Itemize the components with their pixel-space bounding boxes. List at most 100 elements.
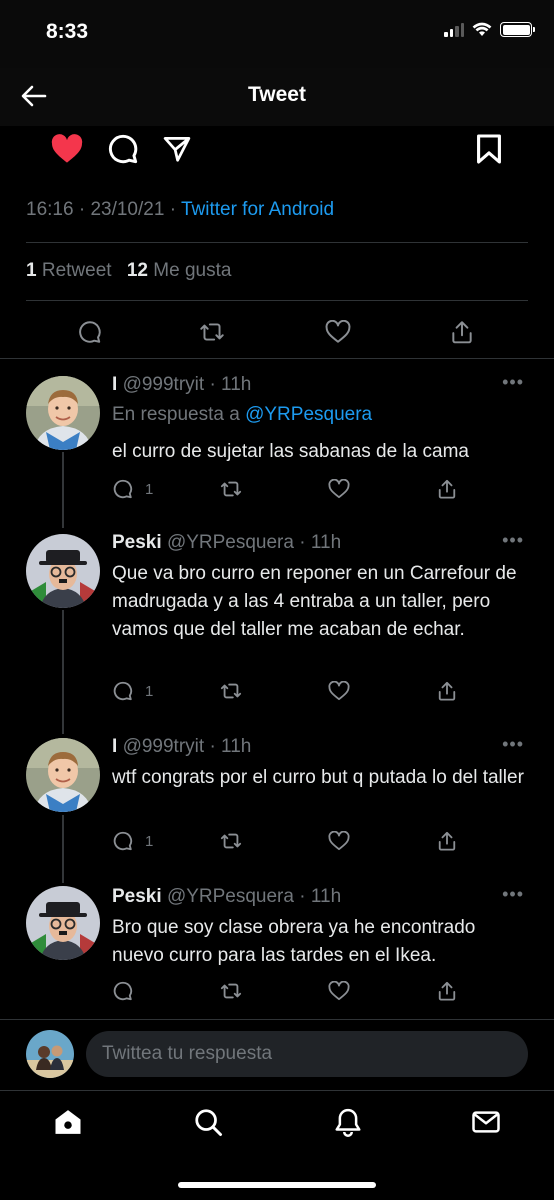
- reply-button[interactable]: [110, 978, 136, 1004]
- share-button[interactable]: [434, 678, 460, 704]
- reply-text: el curro de sujetar las sabanas de la ca…: [112, 441, 469, 462]
- meta-separator: ·: [78, 199, 86, 220]
- like-button[interactable]: [326, 476, 352, 502]
- reply-time: · 11h: [299, 532, 342, 553]
- divider: [26, 300, 528, 301]
- engage-reply-button[interactable]: [74, 316, 106, 348]
- likes-label: Me gusta: [153, 260, 232, 281]
- divider: [0, 358, 554, 359]
- reply-text: Bro que soy clase obrera ya he encontrad…: [112, 917, 476, 966]
- reply-action-bar: 1: [0, 476, 554, 502]
- reply-tweet[interactable]: Peski @YRPesquera · 11h ••• Bro que soy …: [0, 884, 554, 1014]
- likes-count: 12: [126, 260, 148, 281]
- engage-retweet-button[interactable]: [196, 316, 228, 348]
- engage-like-button[interactable]: [322, 316, 354, 348]
- replying-handle-link[interactable]: @YRPesquera: [245, 404, 372, 425]
- reply-icon: [113, 981, 133, 1001]
- reply-tweet[interactable]: I @999tryit · 11h ••• En respuesta a @YR…: [0, 372, 554, 512]
- reply-header: I @999tryit · 11h: [112, 374, 251, 396]
- reply-author-handle[interactable]: @999tryit: [123, 736, 205, 757]
- reply-author-handle[interactable]: @999tryit: [123, 374, 205, 395]
- tab-notifications[interactable]: [328, 1102, 368, 1142]
- share-icon: [438, 981, 456, 1001]
- share-button[interactable]: [434, 476, 460, 502]
- like-button[interactable]: [326, 678, 352, 704]
- reply-action-bar: 1: [0, 828, 554, 854]
- bottom-tab-bar: [0, 1090, 554, 1200]
- signal-icon: [444, 22, 464, 37]
- reply-input[interactable]: Twittea tu respuesta: [86, 1031, 528, 1077]
- heart-filled-icon: [51, 134, 83, 163]
- tweet-action-bar: [0, 126, 554, 172]
- share-icon: [438, 831, 456, 851]
- like-button[interactable]: [326, 978, 352, 1004]
- tab-messages[interactable]: [466, 1102, 506, 1142]
- reply-button[interactable]: [110, 476, 136, 502]
- reply-button[interactable]: [110, 678, 136, 704]
- heart-icon: [328, 681, 350, 701]
- tab-home[interactable]: [48, 1102, 88, 1142]
- man-with-hat-avatar[interactable]: [26, 534, 100, 608]
- retweet-icon: [220, 683, 242, 699]
- more-options-icon[interactable]: •••: [502, 372, 524, 393]
- retweets-label: Retweet: [41, 260, 112, 281]
- retweet-button[interactable]: [218, 476, 244, 502]
- messages-icon: [472, 1111, 500, 1133]
- reply-header: Peski @YRPesquera · 11h: [112, 886, 341, 908]
- reply-time: · 11h: [209, 374, 252, 395]
- retweet-button[interactable]: [218, 828, 244, 854]
- share-icon: [438, 681, 456, 701]
- retweet-button[interactable]: [218, 678, 244, 704]
- share-button[interactable]: [434, 978, 460, 1004]
- tweet-engagement-bar: [0, 314, 554, 348]
- reply-button[interactable]: [110, 828, 136, 854]
- divider: [0, 1090, 554, 1091]
- like-button[interactable]: [326, 828, 352, 854]
- share-button[interactable]: [158, 130, 196, 168]
- reply-author-name[interactable]: Peski: [112, 886, 162, 907]
- user-avatar[interactable]: [26, 1030, 74, 1078]
- reply-author-name[interactable]: Peski: [112, 532, 162, 553]
- nav-header: Tweet: [0, 68, 554, 126]
- reply-button[interactable]: [104, 130, 142, 168]
- divider: [26, 242, 528, 243]
- more-options-icon[interactable]: •••: [502, 734, 524, 755]
- retweets-stat[interactable]: 1 Retweet: [26, 260, 112, 281]
- home-indicator[interactable]: [178, 1182, 376, 1188]
- child-avatar[interactable]: [26, 738, 100, 812]
- retweet-icon: [220, 833, 242, 849]
- man-with-hat-avatar[interactable]: [26, 886, 100, 960]
- send-icon: [163, 137, 191, 162]
- reply-text: wtf congrats por el curro but q putada l…: [112, 767, 524, 788]
- reply-author-handle[interactable]: @YRPesquera: [167, 886, 294, 907]
- status-bar: 8:33: [0, 0, 554, 68]
- heart-icon: [325, 320, 351, 343]
- meta-separator: ·: [169, 199, 177, 220]
- tweet-source-link[interactable]: Twitter for Android: [181, 199, 334, 220]
- like-button[interactable]: [48, 130, 86, 168]
- reply-author-handle[interactable]: @YRPesquera: [167, 532, 294, 553]
- likes-stat[interactable]: 12 Me gusta: [127, 260, 232, 281]
- reply-tweet[interactable]: Peski @YRPesquera · 11h ••• Que va bro c…: [0, 530, 554, 720]
- child-avatar[interactable]: [26, 376, 100, 450]
- bookmark-icon: [477, 134, 501, 164]
- notifications-icon: [335, 1108, 361, 1137]
- share-button[interactable]: [434, 828, 460, 854]
- reply-count: 1: [145, 481, 154, 498]
- speech-bubble-icon: [108, 134, 138, 164]
- reply-author-name[interactable]: I: [112, 374, 117, 395]
- status-icons: [444, 22, 535, 37]
- retweet-icon: [220, 983, 242, 999]
- more-options-icon[interactable]: •••: [502, 530, 524, 551]
- bookmark-button[interactable]: [470, 130, 508, 168]
- tab-search[interactable]: [188, 1102, 228, 1142]
- retweets-count: 1: [26, 260, 37, 281]
- search-icon: [195, 1109, 222, 1136]
- reply-author-name[interactable]: I: [112, 736, 117, 757]
- retweet-button[interactable]: [218, 978, 244, 1004]
- engage-share-button[interactable]: [446, 316, 478, 348]
- reply-count: 1: [145, 683, 154, 700]
- reply-tweet[interactable]: I @999tryit · 11h ••• wtf congrats por e…: [0, 734, 554, 864]
- tweet-stats: 1 Retweet 12 Me gusta: [26, 260, 231, 282]
- more-options-icon[interactable]: •••: [502, 884, 524, 905]
